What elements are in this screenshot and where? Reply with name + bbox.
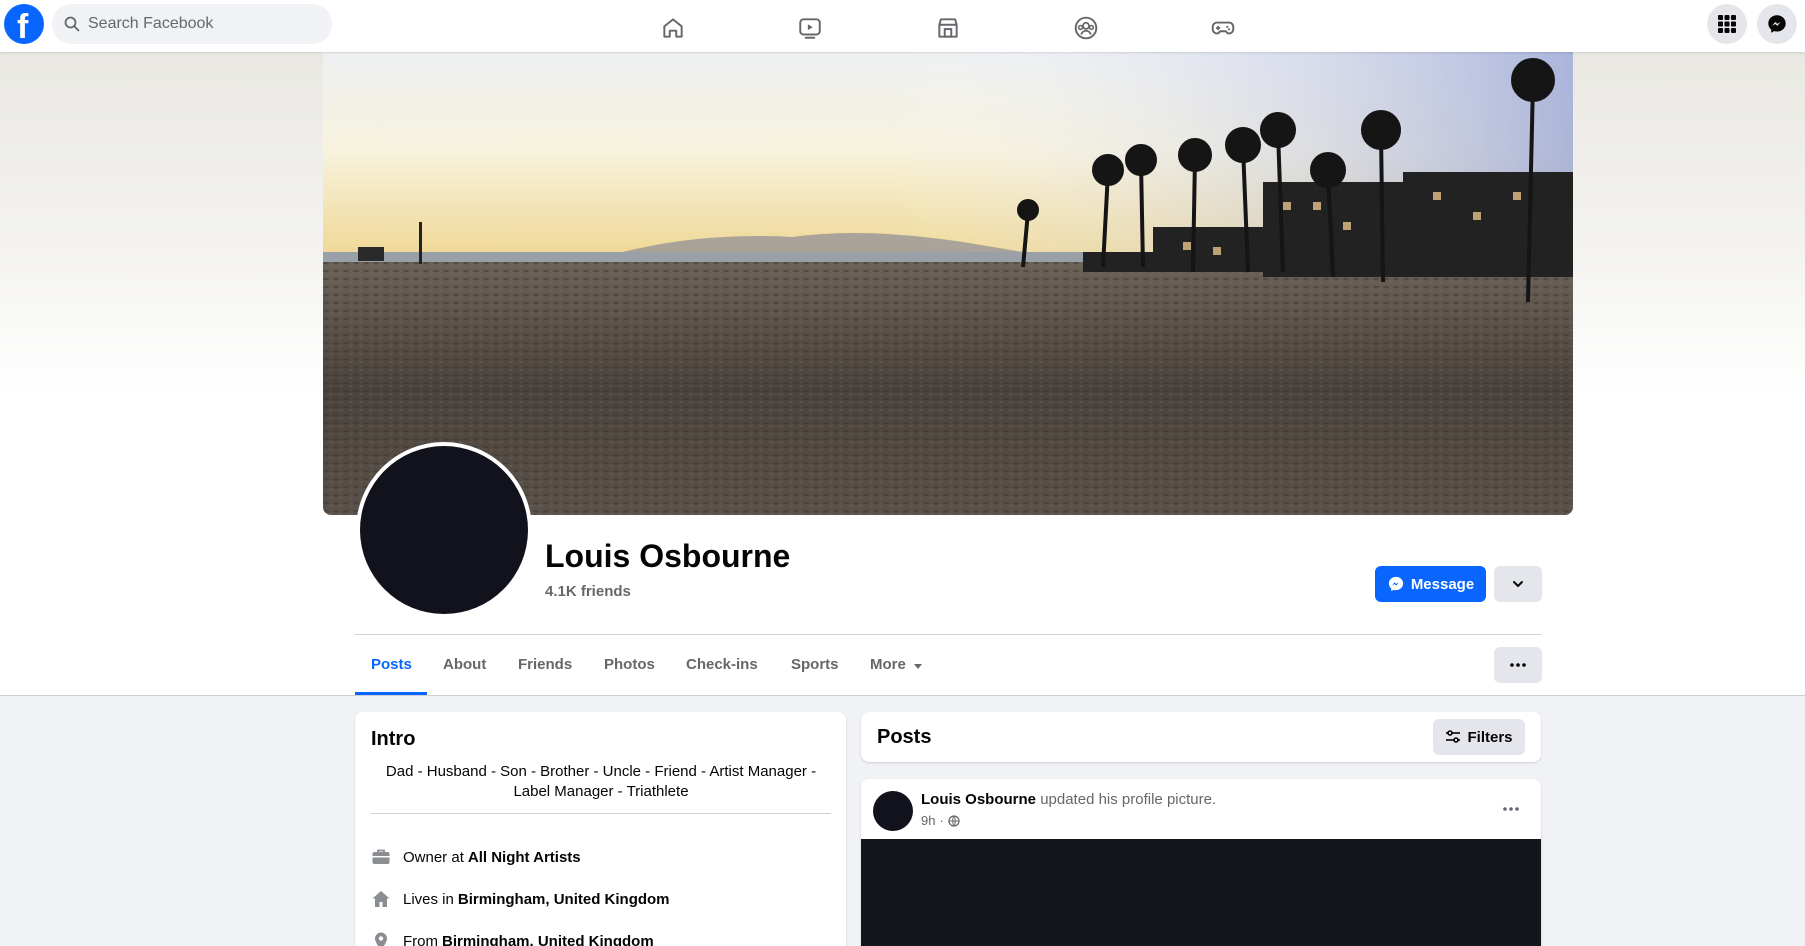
briefcase-icon: [372, 849, 390, 864]
profile-picture[interactable]: [360, 446, 528, 614]
search-box[interactable]: [52, 4, 332, 44]
filters-label: Filters: [1467, 728, 1513, 746]
filters-button[interactable]: Filters: [1433, 719, 1525, 755]
message-button-label: Message: [1410, 575, 1475, 593]
post-header-line: Louis Osbourne updated his profile pictu…: [921, 791, 1216, 808]
globe-icon: [948, 814, 960, 827]
post-image[interactable]: [861, 839, 1541, 946]
groups-icon: [1074, 16, 1098, 40]
video-icon: [799, 18, 821, 39]
more-actions-dropdown-button[interactable]: [1494, 566, 1542, 602]
intro-lives-in-prefix: Lives in: [403, 890, 454, 908]
nav-home-button[interactable]: [617, 8, 729, 48]
intro-row-work: Owner at All Night Artists: [371, 845, 581, 869]
intro-bio: Dad - Husband - Son - Brother - Uncle - …: [385, 763, 817, 800]
intro-row-lives-in: Lives in Birmingham, United Kingdom: [371, 887, 670, 911]
post-meta-separator: ·: [939, 813, 944, 828]
intro-title: Intro: [371, 728, 416, 750]
intro-from-value[interactable]: Birmingham, United Kingdom: [442, 933, 654, 946]
search-input[interactable]: [88, 4, 318, 44]
posts-header-card: Posts Filters: [861, 712, 1541, 762]
tab-more[interactable]: More: [854, 652, 940, 694]
caret-down-icon: [913, 664, 922, 669]
nav-gaming-button[interactable]: [1167, 8, 1279, 48]
post-author-avatar[interactable]: [873, 791, 913, 831]
top-navigation-bar: f: [0, 0, 1805, 52]
messenger-button[interactable]: [1757, 4, 1797, 44]
nav-groups-button[interactable]: [1030, 8, 1142, 48]
tab-photos[interactable]: Photos: [588, 652, 671, 694]
tab-sports[interactable]: Sports: [775, 652, 855, 694]
intro-from-prefix: From: [403, 932, 438, 946]
post-meta: 9h ·: [921, 813, 960, 828]
intro-work-value[interactable]: All Night Artists: [468, 849, 581, 866]
facebook-logo-letter: f: [17, 8, 29, 46]
tab-about[interactable]: About: [427, 652, 502, 694]
post-options-button[interactable]: [1493, 791, 1529, 827]
cover-photo[interactable]: [323, 52, 1573, 515]
cover-photo-image: [323, 52, 1573, 515]
menu-grid-icon: [1718, 15, 1736, 33]
post-card: Louis Osbourne updated his profile pictu…: [861, 779, 1541, 946]
filters-icon: [1446, 730, 1461, 743]
search-icon: [64, 16, 80, 32]
post-timestamp[interactable]: 9h: [921, 813, 935, 828]
header-divider: [355, 634, 1541, 635]
intro-work-prefix: Owner at: [403, 848, 464, 866]
more-horizontal-icon: [1510, 663, 1526, 667]
intro-card: Intro Dad - Husband - Son - Brother - Un…: [355, 712, 846, 946]
post-author-name[interactable]: Louis Osbourne: [921, 791, 1036, 808]
friends-count[interactable]: 4.1K friends: [545, 583, 631, 600]
menu-button[interactable]: [1707, 4, 1747, 44]
tab-more-label: More: [870, 656, 906, 673]
message-button[interactable]: Message: [1375, 566, 1486, 602]
posts-title: Posts: [877, 726, 932, 748]
home-icon: [372, 891, 390, 907]
location-pin-icon: [375, 932, 387, 946]
tab-friends[interactable]: Friends: [502, 652, 588, 694]
tab-posts[interactable]: Posts: [355, 652, 428, 694]
tab-check-ins[interactable]: Check-ins: [670, 652, 774, 694]
intro-divider: [371, 813, 831, 814]
nav-video-button[interactable]: [754, 8, 866, 48]
gaming-icon: [1211, 21, 1235, 35]
facebook-logo[interactable]: f: [4, 4, 44, 46]
profile-name: Louis Osbourne: [545, 538, 791, 574]
messenger-icon: [1768, 15, 1786, 33]
messenger-icon: [1388, 576, 1403, 592]
nav-marketplace-button[interactable]: [892, 8, 1004, 48]
post-action-text: updated his profile picture.: [1040, 791, 1217, 808]
intro-row-from: From Birmingham, United Kingdom: [371, 929, 654, 946]
active-tab-indicator: [355, 692, 427, 695]
profile-options-button[interactable]: [1494, 647, 1542, 683]
home-icon: [663, 18, 683, 38]
chevron-down-icon: [1513, 581, 1523, 587]
marketplace-icon: [938, 18, 958, 38]
more-horizontal-icon: [1503, 807, 1519, 811]
intro-lives-in-value[interactable]: Birmingham, United Kingdom: [458, 891, 670, 908]
